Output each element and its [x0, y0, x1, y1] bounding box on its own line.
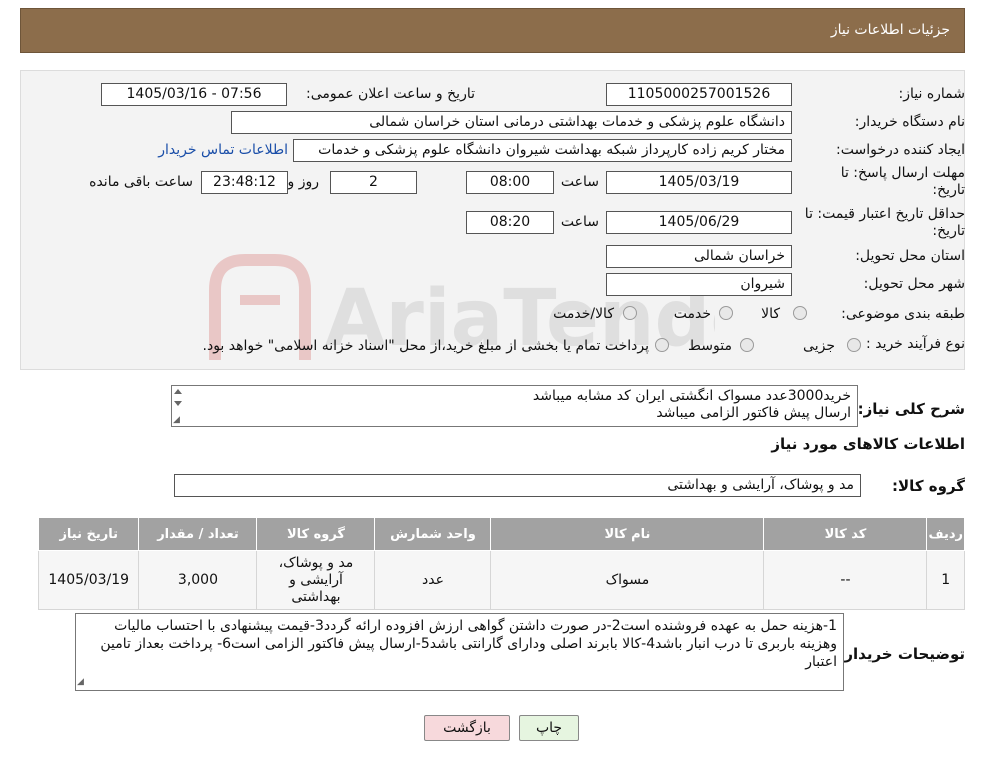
days-field: 2 [330, 171, 417, 194]
goods-group-label: گروه کالا: [892, 477, 965, 495]
process-type-label: نوع فرآیند خرید : [866, 336, 965, 352]
buyer-notes-label: توضیحات خریدار: [838, 645, 965, 663]
category-radio-goods-service[interactable] [623, 306, 637, 320]
col-header-row-num: ردیف [926, 517, 965, 551]
col-header-date: تاریخ نیاز [37, 517, 140, 551]
requester-field: مختار کریم زاده کارپرداز شبکه بهداشت شیر… [293, 139, 792, 162]
cell-code: -- [763, 550, 928, 610]
description-line-2: ارسال پیش فاکتور الزامی میباشد [656, 405, 851, 421]
announce-datetime-field: 1405/03/16 - 07:56 [101, 83, 287, 106]
cell-row-num: 1 [926, 550, 965, 610]
category-option-goods-service: کالا/خدمت [553, 306, 614, 322]
treasury-checkbox[interactable] [655, 338, 669, 352]
col-header-code: کد کالا [763, 517, 928, 551]
table-row[interactable]: 1 -- مسواک عدد مد و پوشاک، آرایشی و بهدا… [37, 550, 965, 610]
col-header-quantity: تعداد / مقدار [138, 517, 258, 551]
process-radio-minor[interactable] [847, 338, 861, 352]
category-radio-goods[interactable] [793, 306, 807, 320]
page-header: جزئیات اطلاعات نیاز [20, 8, 965, 53]
validity-label: حداقل تاریخ اعتبار قیمت: تا تاریخ: [804, 206, 965, 239]
category-radio-service[interactable] [719, 306, 733, 320]
process-option-medium: متوسط [688, 338, 732, 354]
province-field: خراسان شمالی [606, 245, 792, 268]
category-option-goods: کالا [761, 306, 780, 322]
items-table: ردیف کد کالا نام کالا واحد شمارش گروه کا… [37, 517, 965, 610]
cell-quantity: 3,000 [138, 550, 258, 610]
remaining-label: ساعت باقی مانده [89, 174, 193, 190]
print-button[interactable]: چاپ [519, 715, 579, 741]
description-textarea[interactable]: خرید3000عدد مسواک انگشتی ایران کد مشابه … [171, 385, 858, 427]
requester-label: ایجاد کننده درخواست: [836, 142, 965, 158]
resize-grip-icon[interactable]: ◢ [173, 415, 180, 425]
scroll-down-icon[interactable] [174, 401, 182, 406]
buyer-contact-link[interactable]: اطلاعات تماس خریدار [158, 142, 288, 158]
days-label: روز و [287, 174, 320, 190]
col-header-unit: واحد شمارش [374, 517, 492, 551]
buyer-org-field: دانشگاه علوم پزشکی و خدمات بهداشتی درمان… [231, 111, 792, 134]
city-field: شیروان [606, 273, 792, 296]
announce-label: تاریخ و ساعت اعلان عمومی: [306, 86, 475, 102]
cell-unit: عدد [374, 550, 492, 610]
category-option-service: خدمت [673, 306, 711, 322]
notes-resize-grip-icon[interactable]: ◢ [77, 677, 84, 687]
page-title: جزئیات اطلاعات نیاز [830, 22, 950, 38]
need-number-field: 1105000257001526 [606, 83, 792, 106]
buyer-notes-textarea[interactable]: 1-هزینه حمل به عهده فروشنده است2-در صورت… [75, 613, 844, 691]
table-header-row: ردیف کد کالا نام کالا واحد شمارش گروه کا… [37, 517, 965, 551]
remaining-time-field: 23:48:12 [201, 171, 288, 194]
validity-date-field: 1405/06/29 [606, 211, 792, 234]
cell-name: مسواک [490, 550, 765, 610]
category-label: طبقه بندی موضوعی: [841, 306, 965, 322]
province-label: استان محل تحویل: [855, 248, 965, 264]
scroll-up-icon[interactable] [174, 389, 182, 394]
description-label: شرح کلی نیاز: [857, 400, 965, 418]
process-note: پرداخت تمام یا بخشی از مبلغ خرید،از محل … [202, 338, 649, 354]
buyer-org-label: نام دستگاه خریدار: [854, 114, 965, 130]
validity-time-field: 08:20 [466, 211, 554, 234]
cell-date: 1405/03/19 [37, 550, 140, 610]
deadline-label: مهلت ارسال پاسخ: تا تاریخ: [840, 165, 965, 198]
col-header-group: گروه کالا [256, 517, 376, 551]
watermark-logo: AriaTender.neT [209, 254, 715, 364]
goods-group-field: مد و پوشاک، آرایشی و بهداشتی [174, 474, 861, 497]
process-option-minor: جزیی [803, 338, 835, 354]
cell-group: مد و پوشاک، آرایشی و بهداشتی [256, 550, 376, 610]
process-radio-medium[interactable] [740, 338, 754, 352]
deadline-time-label: ساعت [560, 174, 599, 190]
validity-time-label: ساعت [560, 214, 599, 230]
city-label: شهر محل تحویل: [863, 276, 965, 292]
deadline-time-field: 08:00 [466, 171, 554, 194]
description-line-1: خرید3000عدد مسواک انگشتی ایران کد مشابه … [532, 388, 851, 404]
deadline-date-field: 1405/03/19 [606, 171, 792, 194]
col-header-name: نام کالا [490, 517, 765, 551]
back-button[interactable]: بازگشت [424, 715, 510, 741]
need-number-label: شماره نیاز: [898, 86, 966, 102]
goods-section-title: اطلاعات کالاهای مورد نیاز [771, 435, 965, 453]
